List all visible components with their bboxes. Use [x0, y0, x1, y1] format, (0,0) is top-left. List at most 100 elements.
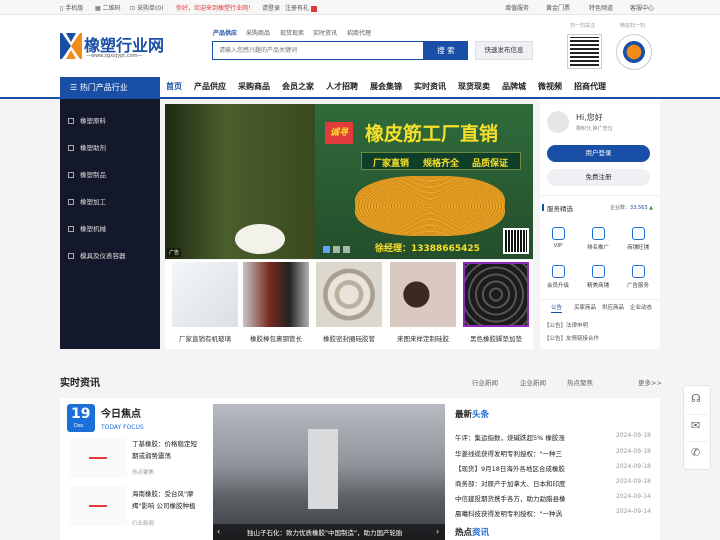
search-tab-agency[interactable]: 招商代理: [347, 28, 371, 37]
banner-slogan-3: 品质保证: [472, 159, 509, 169]
hot-category-button[interactable]: ☰ 热门产品行业: [60, 77, 160, 99]
register-link[interactable]: 注册有礼: [285, 3, 317, 12]
search-tab-supply[interactable]: 产品供应: [213, 28, 237, 37]
search-input[interactable]: [212, 41, 424, 60]
cart-link[interactable]: ⊡ 采购单(0): [130, 3, 163, 12]
product-card-2[interactable]: 橡胶棒包裹钢管长: [242, 262, 310, 343]
next-arrow-icon[interactable]: ›: [436, 527, 439, 536]
focus-thumb[interactable]: [69, 438, 127, 478]
service-premium-shop[interactable]: 精美商铺: [583, 265, 613, 289]
ranking-icon: [591, 227, 605, 240]
sidebar-item-additives[interactable]: 橡塑助剂: [68, 142, 106, 152]
focus-item-1-tag: 热点聚焦: [132, 470, 155, 476]
category-icon: [68, 199, 74, 205]
product-card-5[interactable]: 黑色橡胶脚垫加垫: [462, 262, 530, 343]
focus-item-1-title[interactable]: 丁基橡胶：价格稳定短期或弱势震荡: [132, 438, 202, 462]
login-link[interactable]: 请登录: [262, 3, 280, 12]
news-tab-company[interactable]: 企业新闻: [520, 377, 546, 387]
search-button[interactable]: 搜 索: [424, 41, 468, 60]
topbar-link-gold[interactable]: 黄金门票: [546, 3, 570, 12]
headset-icon[interactable]: ☊: [691, 392, 701, 405]
date-day: 19: [71, 406, 91, 422]
tower-shape: [308, 429, 338, 509]
tab-notice[interactable]: 公告: [551, 303, 563, 313]
nav-supply[interactable]: 产品供应: [194, 81, 226, 92]
latest-item-6-date: 2024-09-14: [616, 508, 651, 515]
service-upgrade[interactable]: 会员升级: [543, 265, 573, 289]
news-tab-industry[interactable]: 行业新闻: [472, 377, 498, 387]
product-card-4[interactable]: 来图来样定制硅胶: [389, 262, 457, 343]
topbar-link-services[interactable]: 增值服务: [505, 3, 529, 12]
tab-company[interactable]: 企业动态: [630, 303, 652, 311]
welcome-text: 你好，欢迎来到橡塑行业网！: [176, 5, 255, 12]
nav-purchase[interactable]: 采购商品: [238, 81, 270, 92]
product-image: [243, 262, 309, 327]
tab-supplier[interactable]: 供应商品: [602, 303, 624, 311]
slider-dot-2[interactable]: [333, 246, 340, 253]
logo-icon[interactable]: [60, 33, 82, 59]
topbar-link-special[interactable]: 特色频道: [589, 3, 613, 12]
nav-members[interactable]: 会员之家: [282, 81, 314, 92]
nav-jobs[interactable]: 人才招聘: [326, 81, 358, 92]
store-icon: [591, 265, 605, 278]
notice-item-2[interactable]: 【公告】友情链接合作: [544, 334, 599, 342]
service-ranking[interactable]: 排名推广: [583, 227, 613, 251]
wechat-icon[interactable]: ✉: [691, 419, 700, 432]
topbar-link-support[interactable]: 客服中心: [630, 3, 654, 12]
sidebar-item-processing[interactable]: 橡塑加工: [68, 196, 106, 206]
qrcode-icon: [567, 34, 602, 69]
main-nav: ☰ 热门产品行业 首页 产品供应 采购商品 会员之家 人才招聘 展会集锦 实时资…: [0, 77, 720, 99]
search-tab-purchase[interactable]: 采购商品: [246, 28, 270, 37]
sidebar-item-machinery[interactable]: 橡塑机械: [68, 223, 106, 233]
search-tab-news[interactable]: 实时资讯: [313, 28, 337, 37]
nav-spot[interactable]: 现货现卖: [458, 81, 490, 92]
service-vip[interactable]: VIP: [543, 227, 573, 249]
today-title: 今日焦点: [101, 409, 141, 420]
product-card-1[interactable]: 厂家直销有机玻璃: [171, 262, 239, 343]
register-button[interactable]: 免费注册: [547, 169, 650, 186]
phone-icon[interactable]: ✆: [691, 446, 700, 459]
qr1-caption: 扫一扫关注: [570, 23, 596, 29]
upgrade-icon: [551, 265, 565, 278]
slider-dot-3[interactable]: [343, 246, 350, 253]
focus-item-2-title[interactable]: 海南橡胶：受台风"摩羯"影响 公司橡胶种植: [132, 488, 202, 512]
category-icon: [68, 172, 74, 178]
nav-video[interactable]: 微视频: [538, 81, 562, 92]
login-button[interactable]: 用户登录: [547, 145, 650, 162]
hero-banner[interactable]: 诚寻 橡皮筋工厂直销 厂家直销 规格齐全 品质保证 徐经理：1338866542…: [165, 104, 533, 259]
latest-item-1[interactable]: 午评：集运指数，烧碱跌超5% 橡胶涨: [455, 432, 565, 442]
latest-item-6[interactable]: 晨曦科技获得发明专利授权："一种涡: [455, 508, 562, 518]
publish-button[interactable]: 快速发布信息: [475, 41, 533, 60]
prev-arrow-icon[interactable]: ‹: [217, 527, 220, 536]
product-card-3[interactable]: 橡胶密封圈硅胶管: [315, 262, 383, 343]
qrcode-link[interactable]: ▦ 二维码: [95, 3, 121, 12]
greeting-sub: 橡积分,换广告位: [576, 126, 613, 132]
nav-brand[interactable]: 品牌城: [502, 81, 526, 92]
latest-item-5[interactable]: 中信建投期货携手各方，助力勐腊县橡: [455, 493, 566, 503]
mobile-link[interactable]: ▯ 手机版: [60, 3, 83, 12]
banner-slogan-2: 规格齐全: [423, 159, 460, 169]
news-feature-image[interactable]: 独山子石化：致力优质橡胶"中国制造"，助力国产轮胎 ‹ ›: [213, 404, 445, 540]
sidebar-item-products[interactable]: 橡塑制品: [68, 169, 106, 179]
sidebar-item-molds[interactable]: 模具及仪表容器: [68, 250, 126, 260]
news-tab-hot[interactable]: 热点聚焦: [567, 377, 593, 387]
nav-exhibition[interactable]: 展会集锦: [370, 81, 402, 92]
hot-title: 热点资讯: [455, 528, 490, 538]
service-ads[interactable]: 广告服务: [623, 265, 653, 289]
latest-item-4[interactable]: 商务部：对原产于加拿大、日本和印度: [455, 478, 566, 488]
nav-agency[interactable]: 招商代理: [574, 81, 606, 92]
gift-icon: [310, 5, 317, 12]
nav-news[interactable]: 实时资讯: [414, 81, 446, 92]
nav-home[interactable]: 首页: [166, 81, 182, 92]
slider-dot-1[interactable]: [323, 246, 330, 253]
search-tab-spot[interactable]: 现货现卖: [280, 28, 304, 37]
service-shop[interactable]: 商铺旺铺: [623, 227, 653, 251]
news-more-link[interactable]: 更多>>: [638, 377, 662, 387]
sidebar-item-materials[interactable]: 橡塑原料: [68, 115, 106, 125]
latest-item-2[interactable]: 华菱线缆获得发明专利授权："一种三: [455, 448, 562, 458]
latest-item-3[interactable]: 【现货】9月18日海外各地区合成橡胶: [455, 463, 565, 473]
header: 橡塑行业网 —www.zgxsjypt.com— 产品供应 采购商品 现货现卖 …: [0, 15, 720, 77]
notice-item-1[interactable]: 【公告】法律申明: [544, 321, 588, 329]
focus-thumb[interactable]: [69, 486, 127, 526]
tab-buyer[interactable]: 买家商品: [574, 303, 596, 311]
